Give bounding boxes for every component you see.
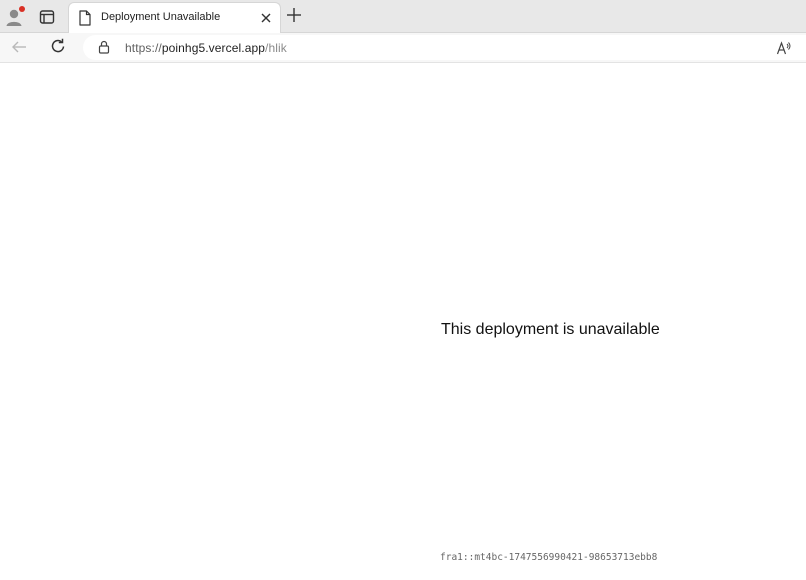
new-tab-button[interactable] — [285, 6, 303, 24]
back-button[interactable] — [10, 38, 28, 56]
error-message: This deployment is unavailable — [441, 321, 660, 338]
address-bar[interactable]: https://poinhg5.vercel.app/hlik — [83, 35, 806, 60]
reload-button[interactable] — [49, 37, 67, 55]
close-icon[interactable] — [259, 11, 273, 25]
url-host: poinhg5.vercel.app — [161, 41, 266, 55]
toolbar: https://poinhg5.vercel.app/hlik — [0, 33, 806, 63]
profile-button[interactable] — [4, 6, 26, 28]
url-scheme: https:// — [125, 41, 162, 55]
reload-icon — [51, 38, 65, 53]
error-id: fra1::mt4bc-1747556990421-98653713ebb8 — [440, 552, 658, 563]
page-content: This deployment is unavailable fra1::mt4… — [0, 64, 806, 580]
tab-title: Deployment Unavailable — [101, 11, 221, 23]
url-path: /hlik — [265, 41, 287, 55]
notification-dot — [19, 6, 25, 12]
plus-icon — [287, 8, 301, 22]
read-aloud-icon[interactable] — [776, 40, 792, 56]
tab-actions-icon — [39, 10, 55, 24]
lock-icon[interactable] — [98, 40, 110, 54]
tab-strip: Deployment Unavailable — [0, 0, 806, 34]
url-text[interactable]: https://poinhg5.vercel.app/hlik — [125, 41, 287, 55]
tab-actions-button[interactable] — [38, 8, 56, 26]
back-arrow-icon — [12, 41, 26, 53]
page-icon — [79, 10, 91, 26]
browser-window: Deployment Unavailable https://poinhg5.v… — [0, 0, 806, 580]
tab-active[interactable]: Deployment Unavailable — [68, 2, 281, 34]
